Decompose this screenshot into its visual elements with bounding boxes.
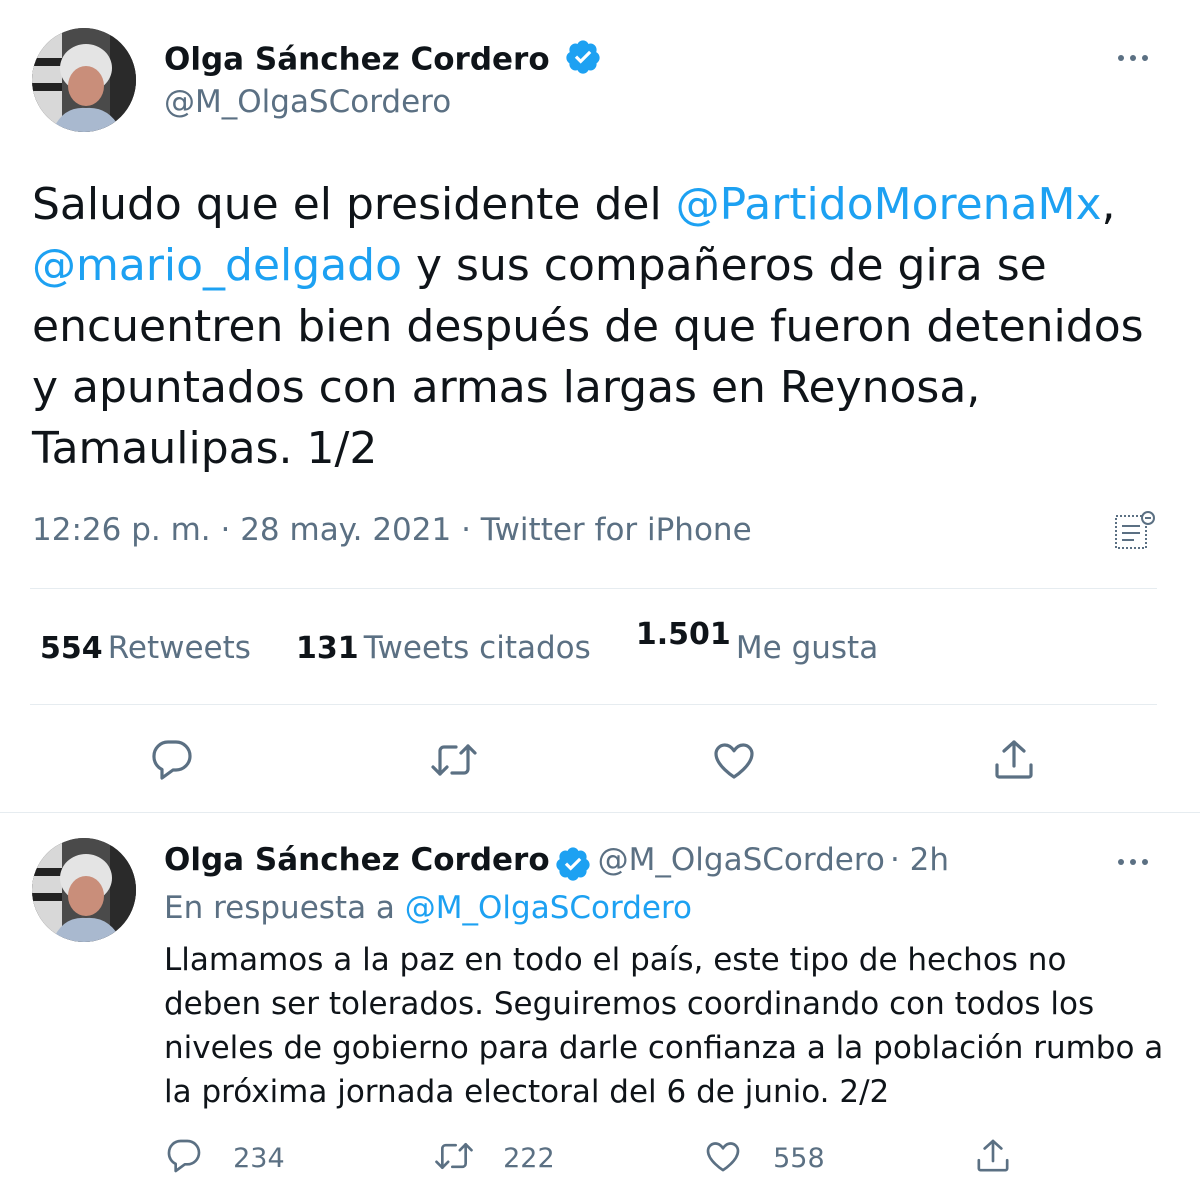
reply-time[interactable]: · 2h (890, 842, 949, 878)
likes-count: 1.501 (635, 617, 731, 652)
retweets-stat[interactable]: 554 Retweets (40, 630, 256, 666)
author-handle[interactable]: @M_OlgaSCordero (164, 84, 451, 120)
reply-author-name[interactable]: Olga Sánchez Cordero (164, 842, 550, 878)
likes-label: Me gusta (735, 630, 879, 666)
reply-action[interactable]: 234 (164, 1136, 285, 1180)
like-action[interactable]: 558 (702, 1136, 825, 1180)
author-avatar[interactable] (32, 28, 136, 132)
retweet-icon[interactable] (428, 736, 477, 784)
reply-author-handle[interactable]: @M_OlgaSCordero (598, 842, 885, 878)
mention-link[interactable]: @mario_delgado (32, 240, 402, 291)
retweet-icon (432, 1136, 476, 1180)
share-icon[interactable] (990, 736, 1038, 784)
divider (30, 704, 1157, 705)
more-icon[interactable] (1116, 852, 1156, 872)
reply-context-label: En respuesta a (164, 890, 405, 926)
reply-to-link[interactable]: @M_OlgaSCordero (405, 890, 692, 926)
share-icon[interactable] (972, 1136, 1014, 1180)
quotes-stat[interactable]: 131 Tweets citados (296, 630, 596, 666)
retweet-count: 222 (503, 1142, 555, 1174)
retweets-label: Retweets (107, 630, 251, 666)
reply-icon (164, 1136, 204, 1180)
mention-link[interactable]: @PartidoMorenaMx (676, 179, 1102, 230)
more-icon[interactable] (1116, 48, 1156, 68)
reply-author-avatar[interactable] (32, 838, 136, 942)
reply-icon[interactable] (148, 736, 196, 784)
retweet-action[interactable]: 222 (432, 1136, 555, 1180)
thread-separator (0, 812, 1200, 813)
tweet-meta[interactable]: 12:26 p. m. · 28 may. 2021 · Twitter for… (32, 512, 752, 548)
tweet-text: Saludo que el presidente del @PartidoMor… (32, 174, 1172, 479)
verified-badge-icon (554, 845, 592, 887)
reply-text: Llamamos a la paz en todo el país, este … (164, 942, 1164, 1110)
like-count: 558 (773, 1142, 825, 1174)
retweets-count: 554 (40, 631, 103, 666)
likes-stat[interactable]: 1.501 Me gusta (636, 617, 878, 666)
like-icon (702, 1136, 744, 1180)
tweet-text-part: Saludo que el presidente del (32, 179, 676, 230)
quotes-count: 131 (296, 631, 359, 666)
verified-badge-icon (564, 38, 602, 84)
like-icon[interactable] (710, 736, 758, 784)
tweet-stats: 554 Retweets 131 Tweets citados 1.501 Me… (40, 617, 878, 666)
quotes-label: Tweets citados (363, 630, 591, 666)
author-name[interactable]: Olga Sánchez Cordero (164, 42, 550, 78)
reply-count: 234 (233, 1142, 285, 1174)
tweet-text-part: , (1101, 179, 1116, 230)
divider (30, 588, 1157, 589)
analytics-icon[interactable] (1112, 508, 1158, 554)
